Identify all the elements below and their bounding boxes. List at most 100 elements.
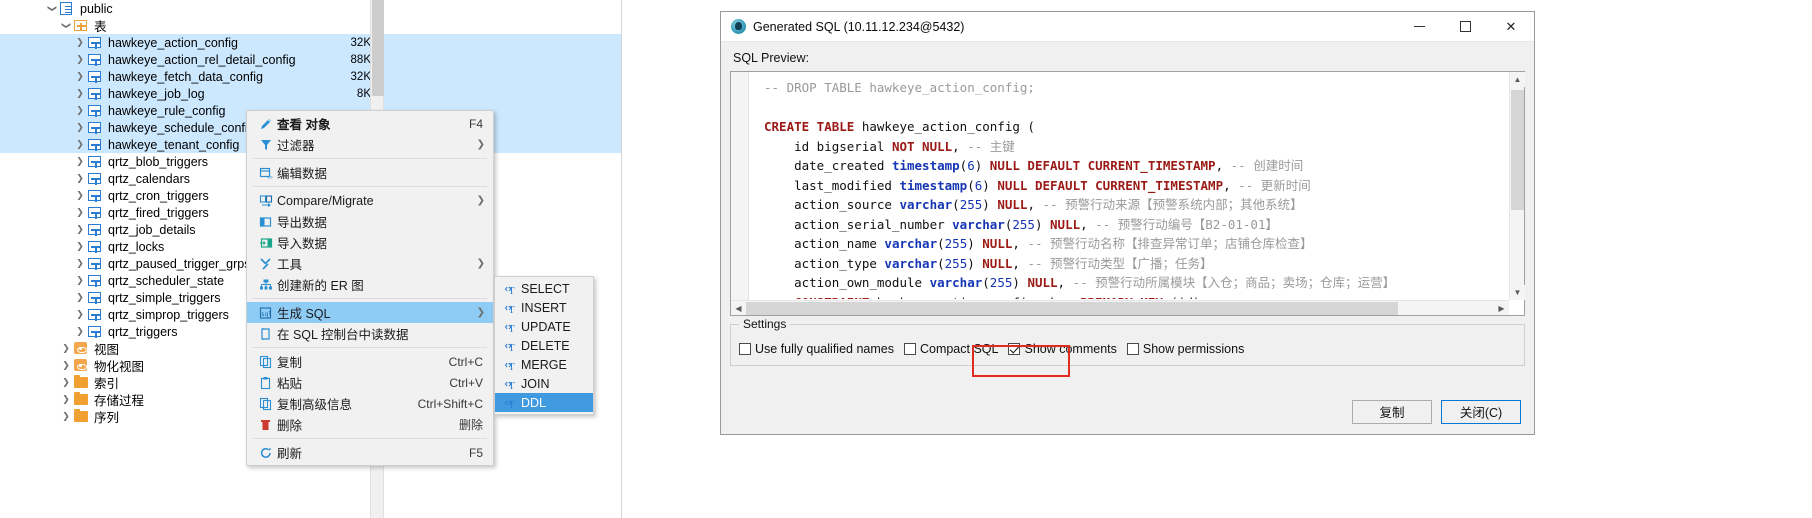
navigator-scroll-thumb[interactable] [372,0,384,96]
submenu-item-merge[interactable]: TMERGE [495,355,593,374]
chevron-right-icon[interactable] [74,85,86,102]
checkbox-show-comments[interactable]: Show comments [1008,342,1116,356]
menu-item-4[interactable]: Compare/Migrate❯ [247,190,493,211]
chevron-right-icon[interactable] [74,187,86,204]
close-button[interactable]: ✕ [1488,12,1534,42]
menu-item-3[interactable]: <>编辑数据 [247,162,493,183]
sql-code-text[interactable]: -- DROP TABLE hawkeye_action_config; CRE… [750,72,1508,299]
submenu-item-delete[interactable]: TDELETE [495,336,593,355]
chevron-right-icon[interactable] [60,408,72,425]
tree-item-hawkeye_job_log[interactable]: hawkeye_job_log8K [0,85,621,102]
sql-statement-icon: T [501,358,521,372]
chevron-right-icon[interactable] [74,306,86,323]
sql-token: NOT NULL [892,139,952,154]
chevron-right-icon[interactable] [60,357,72,374]
sql-line: id bigserial NOT NULL, -- 主键 [764,137,1508,157]
menu-item-13[interactable]: 复制高级信息Ctrl+Shift+C [247,393,493,414]
chevron-right-icon[interactable] [74,102,86,119]
chevron-right-icon[interactable] [74,323,86,340]
menu-item-11[interactable]: 复制Ctrl+C [247,351,493,372]
generated-sql-dialog[interactable]: Generated SQL (10.11.12.234@5432) ✕ SQL … [720,11,1535,435]
checkbox-compact-sql[interactable]: Compact SQL [904,342,999,356]
tree-item-[interactable]: 表 [0,17,621,34]
chevron-right-icon[interactable] [74,170,86,187]
chevron-right-icon[interactable] [74,272,86,289]
tree-item-hawkeye_fetch_data_config[interactable]: hawkeye_fetch_data_config32K [0,68,621,85]
menu-separator [253,158,487,159]
submenu-item-label: MERGE [521,358,567,372]
chevron-right-icon[interactable] [74,68,86,85]
chevron-right-icon[interactable] [74,238,86,255]
menu-item-8[interactable]: 创建新的 ER 图 [247,274,493,295]
checkbox-show-permissions[interactable]: Show permissions [1127,342,1244,356]
sql-token: NULL DEFAULT CURRENT_TIMESTAMP [990,158,1216,173]
chevron-right-icon[interactable] [74,136,86,153]
context-menu[interactable]: 查看 对象F4过滤器❯ <>编辑数据 Compare/Migrate❯导出数据导入数… [246,110,494,466]
chevron-right-icon[interactable] [60,340,72,357]
settings-checkbox-row[interactable]: Use fully qualified names Compact SQL Show… [731,325,1524,356]
sql-line [764,98,1508,118]
menu-item-12[interactable]: 粘贴Ctrl+V [247,372,493,393]
menu-item-10[interactable]: 在 SQL 控制台中读数据 [247,323,493,344]
minimize-button[interactable] [1396,12,1442,42]
folder-icon [72,376,89,389]
menu-item-2[interactable]: 过滤器❯ [247,134,493,155]
tree-item-label: qrtz_scheduler_state [108,274,224,288]
chevron-down-icon[interactable] [46,0,58,17]
editor-vscroll-thumb[interactable] [1511,90,1524,210]
tree-item-hawkeye_action_config[interactable]: hawkeye_action_config32K [0,34,621,51]
submenu-item-update[interactable]: TUPDATE [495,317,593,336]
menu-item-label: 创建新的 ER 图 [277,275,493,294]
tree-item-public[interactable]: public [0,0,621,17]
sql-statement-icon: T [501,396,521,410]
menu-item-15[interactable]: 刷新F5 [247,442,493,463]
submenu-arrow-icon: ❯ [477,139,485,150]
chevron-right-icon[interactable] [74,204,86,221]
chevron-down-icon[interactable] [60,17,72,34]
copy-button[interactable]: 复制 [1352,400,1432,424]
scroll-down-arrow[interactable]: ▼ [1510,285,1525,300]
editor-vertical-scrollbar[interactable]: ▲ ▼ [1509,72,1524,300]
submenu-item-select[interactable]: TSELECT [495,279,593,298]
sql-editor[interactable]: -- DROP TABLE hawkeye_action_config; CRE… [730,71,1525,316]
checkbox-box[interactable] [1127,343,1139,355]
submenu-item-join[interactable]: TJOIN [495,374,593,393]
checkbox-box[interactable] [904,343,916,355]
chevron-right-icon[interactable] [74,34,86,51]
menu-item-1[interactable]: 查看 对象F4 [247,113,493,134]
chevron-right-icon[interactable] [74,289,86,306]
table-icon [86,36,103,49]
editor-hscroll-thumb[interactable] [746,302,1398,315]
chevron-right-icon[interactable] [74,221,86,238]
tree-item-size: 8K [357,88,371,100]
window-buttons[interactable]: ✕ [1396,12,1534,42]
menu-item-9[interactable]: sql生成 SQL❯ [247,302,493,323]
chevron-right-icon[interactable] [60,374,72,391]
checkbox-use-fully-qualified-names[interactable]: Use fully qualified names [739,342,894,356]
chevron-right-icon[interactable] [74,255,86,272]
generate-sql-submenu[interactable]: TSELECTTINSERTTUPDATETDELETETMERGETJOINT… [494,276,594,415]
menu-item-6[interactable]: 导入数据 [247,232,493,253]
submenu-item-ddl[interactable]: TDDL [495,393,593,412]
tree-item-hawkeye_action_rel_detail_config[interactable]: hawkeye_action_rel_detail_config88K [0,51,621,68]
submenu-item-insert[interactable]: TINSERT [495,298,593,317]
close-button-footer[interactable]: 关闭(C) [1441,400,1521,424]
menu-separator [253,186,487,187]
scroll-right-arrow[interactable]: ▶ [1494,301,1509,316]
maximize-button[interactable] [1442,12,1488,42]
scroll-left-arrow[interactable]: ◀ [731,301,746,316]
scroll-up-arrow[interactable]: ▲ [1510,72,1525,87]
sql-token: NULL [982,256,1012,271]
table-icon [86,104,103,117]
editor-horizontal-scrollbar[interactable]: ◀ ▶ [731,300,1509,315]
menu-item-14[interactable]: 删除删除 [247,414,493,435]
chevron-right-icon[interactable] [60,391,72,408]
checkbox-box[interactable] [1008,343,1020,355]
chevron-right-icon[interactable] [74,153,86,170]
menu-item-5[interactable]: 导出数据 [247,211,493,232]
checkbox-box[interactable] [739,343,751,355]
dialog-footer[interactable]: 复制关闭(C) [721,389,1534,434]
chevron-right-icon[interactable] [74,51,86,68]
menu-item-7[interactable]: 工具❯ [247,253,493,274]
chevron-right-icon[interactable] [74,119,86,136]
